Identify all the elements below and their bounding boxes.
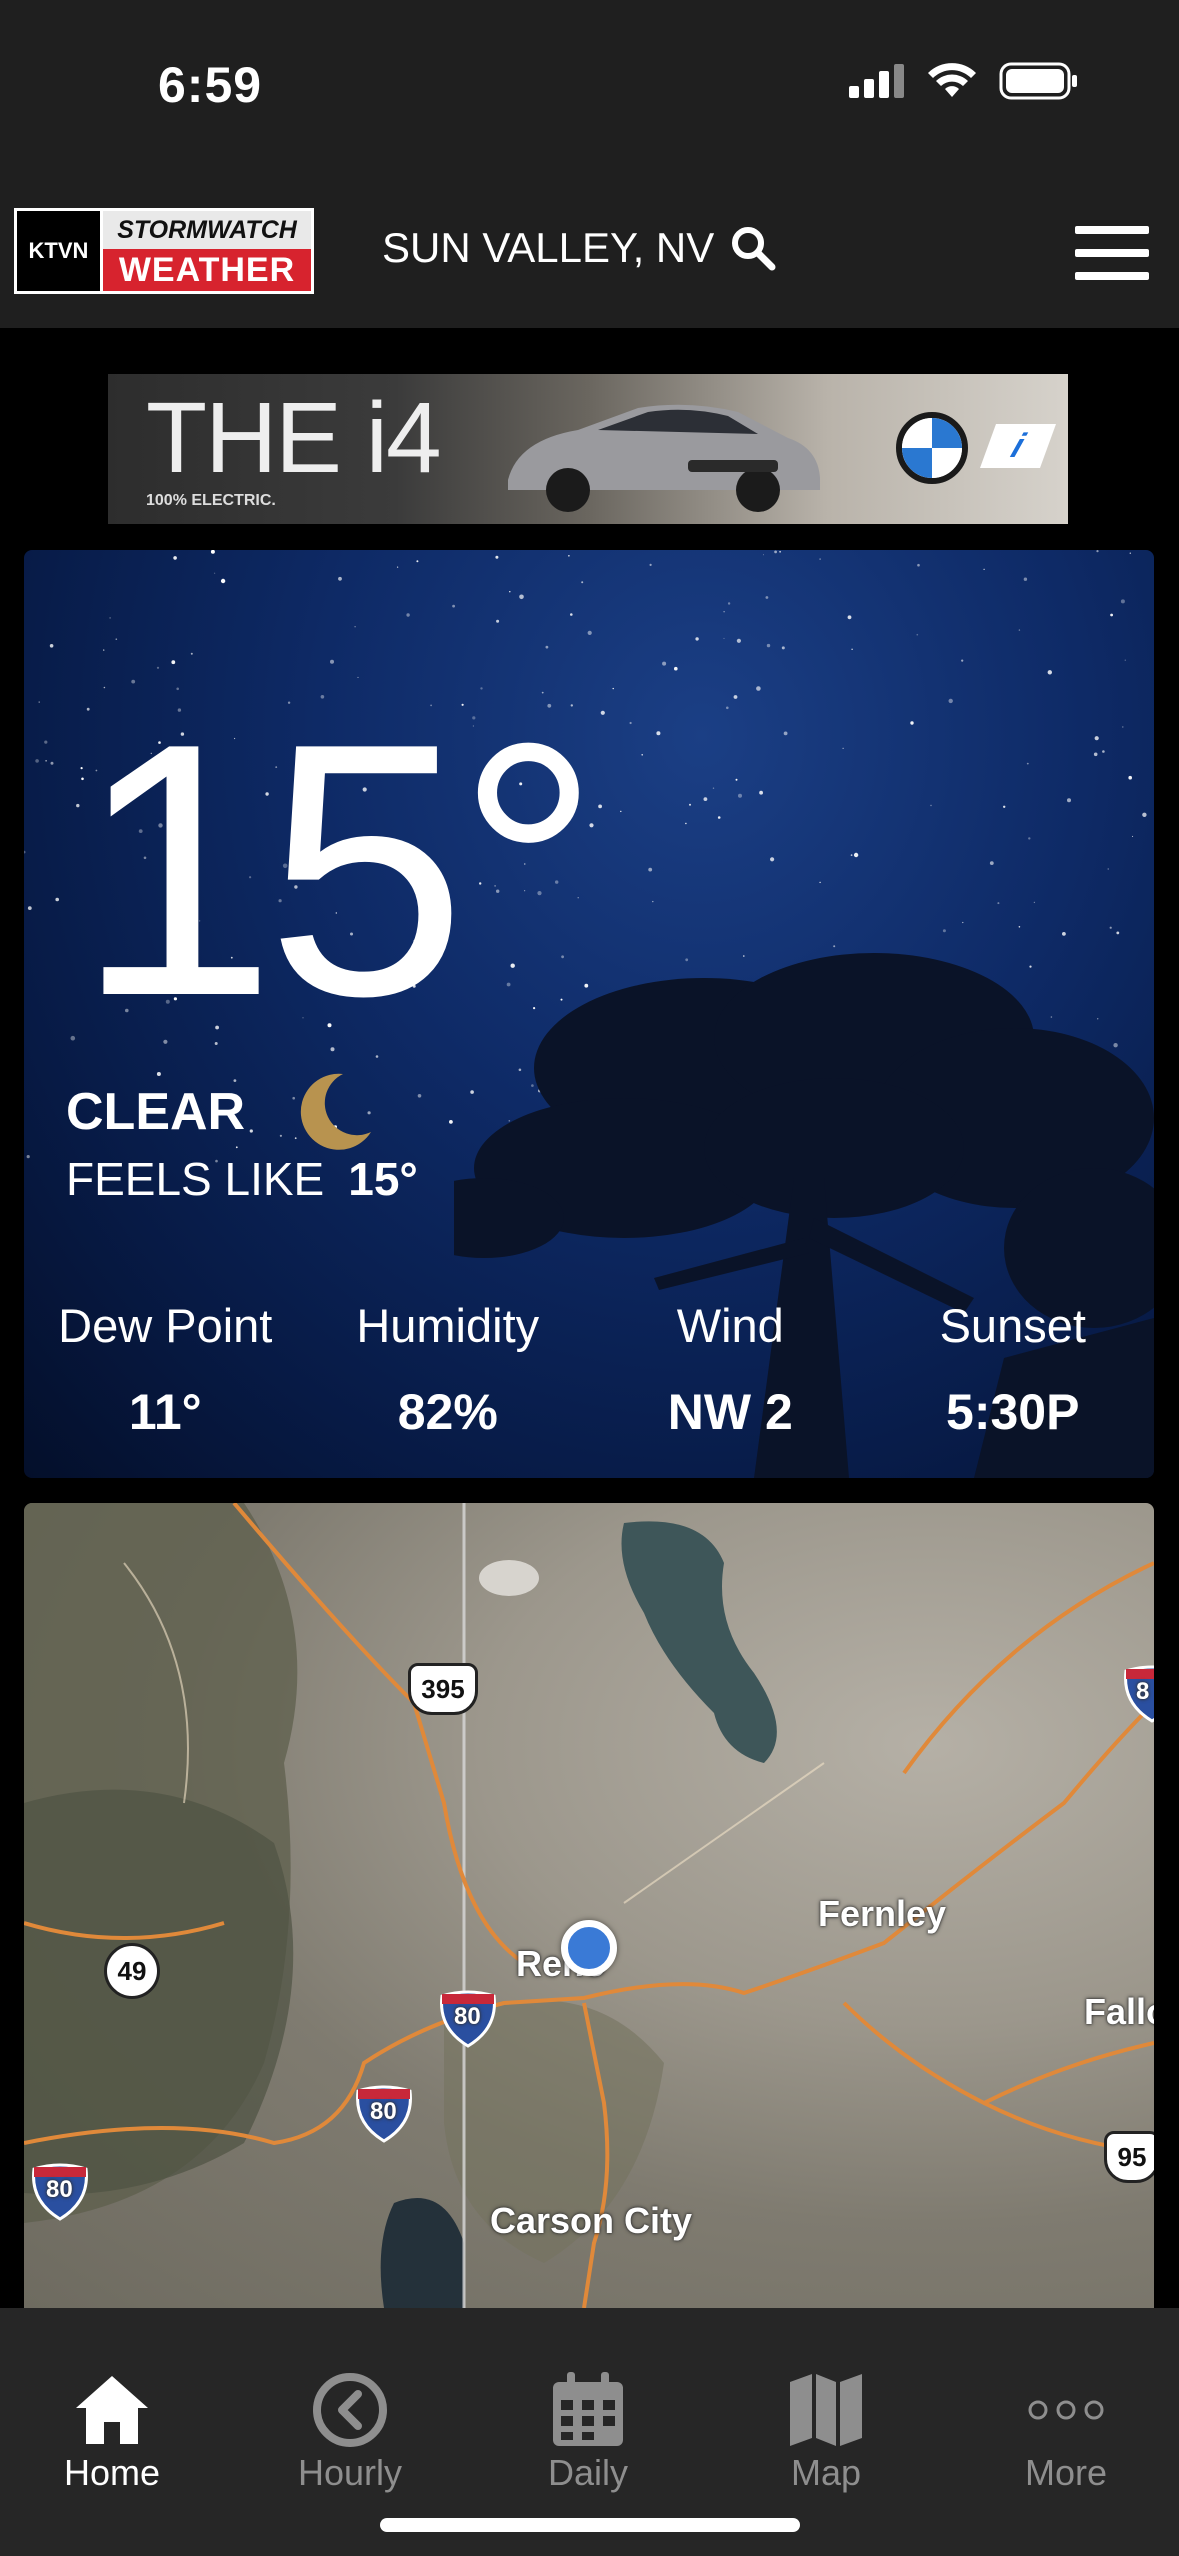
- logo-station: KTVN: [17, 211, 103, 291]
- tab-map[interactable]: Map: [746, 2370, 906, 2494]
- stat-label: Wind: [676, 1299, 784, 1352]
- stat-value: NW 2: [667, 1384, 793, 1440]
- feels-like-label: FEELS LIKE: [66, 1153, 325, 1205]
- shield-label-8: 8: [1136, 1678, 1150, 1705]
- shield-label-80: 80: [46, 2176, 73, 2203]
- stat-sunset: Sunset 5:30P: [872, 1298, 1155, 1441]
- ad-subline: 100% ELECTRIC.: [146, 492, 276, 509]
- stat-value: 5:30P: [946, 1384, 1080, 1440]
- shield-label-80: 80: [370, 2098, 397, 2125]
- shield-label-80: 80: [454, 2003, 481, 2030]
- bmw-i-logo-icon: i: [979, 424, 1057, 468]
- radar-map[interactable]: 395 49 80 80 80 95 8 Reno Fernley Carson…: [24, 1503, 1154, 2308]
- tab-label: More: [1024, 2452, 1108, 2493]
- crescent-moon-icon: [300, 1073, 372, 1150]
- wifi-icon: [928, 63, 976, 97]
- logo-brand-bottom: WEATHER: [103, 249, 311, 291]
- current-conditions-card[interactable]: 15° CLEAR FEELS LIKE 15° Dew Point 11° H…: [24, 550, 1154, 1478]
- map-terrain: [24, 1503, 1154, 2308]
- stat-label: Dew Point: [58, 1299, 273, 1352]
- clock-icon: [313, 2373, 387, 2447]
- tab-label: Hourly: [297, 2452, 403, 2493]
- tab-hourly[interactable]: Hourly: [270, 2370, 430, 2494]
- hamburger-menu-icon[interactable]: [1075, 226, 1149, 280]
- place-label-fernley: Fernley: [818, 1893, 947, 1934]
- map-icon: [790, 2374, 862, 2446]
- battery-icon: [999, 62, 1077, 100]
- car-image: [508, 404, 820, 512]
- stat-dew-point: Dew Point 11°: [24, 1298, 307, 1441]
- route-shield-49: 49: [104, 1943, 160, 1999]
- bmw-logo-icon: [896, 412, 968, 484]
- status-bar: 6:59: [0, 0, 1179, 180]
- current-temperature: 15°: [76, 669, 600, 1071]
- feels-like-value: 15°: [348, 1153, 418, 1205]
- route-shield-395: 395: [408, 1663, 478, 1715]
- stat-wind: Wind NW 2: [589, 1298, 872, 1441]
- ad-banner[interactable]: THE i4 100% ELECTRIC. i: [108, 374, 1068, 524]
- tab-label: Home: [63, 2452, 161, 2493]
- route-shield-95: 95: [1104, 2131, 1154, 2183]
- station-logo[interactable]: KTVN STORMWATCH WEATHER: [14, 208, 314, 294]
- condition-row: CLEAR: [66, 1070, 375, 1154]
- stat-label: Humidity: [356, 1299, 540, 1352]
- app-header: KTVN STORMWATCH WEATHER SUN VALLEY, NV: [0, 180, 1179, 328]
- current-location-marker: [561, 1920, 617, 1976]
- stat-label: Sunset: [939, 1299, 1086, 1352]
- place-label-fallon: Fallo: [1084, 1991, 1154, 2032]
- cellular-signal-icon: [849, 64, 904, 98]
- status-icons: [849, 62, 1079, 100]
- more-dots-icon: [1028, 2400, 1104, 2420]
- tab-more[interactable]: More: [986, 2370, 1146, 2494]
- search-icon: [732, 227, 776, 271]
- stat-humidity: Humidity 82%: [307, 1298, 590, 1441]
- ad-headline: THE i4: [146, 382, 442, 494]
- feels-like: FEELS LIKE 15°: [66, 1152, 418, 1206]
- home-icon: [76, 2376, 148, 2444]
- stat-value: 82%: [397, 1384, 498, 1440]
- tab-home[interactable]: Home: [32, 2370, 192, 2494]
- location-label: SUN VALLEY, NV: [382, 224, 715, 271]
- location-search[interactable]: SUN VALLEY, NV: [382, 224, 776, 272]
- calendar-icon: [553, 2372, 623, 2446]
- place-label-carson-city: Carson City: [490, 2200, 693, 2241]
- condition-text: CLEAR: [66, 1083, 246, 1141]
- tab-label: Daily: [547, 2452, 628, 2493]
- stat-value: 11°: [128, 1384, 202, 1440]
- status-time: 6:59: [158, 57, 263, 113]
- tab-daily[interactable]: Daily: [508, 2370, 668, 2494]
- home-indicator: [380, 2518, 800, 2532]
- tab-label: Map: [790, 2452, 862, 2493]
- conditions-stats: Dew Point 11° Humidity 82% Wind NW 2 Sun…: [24, 1298, 1154, 1441]
- logo-brand-top: STORMWATCH: [103, 211, 311, 249]
